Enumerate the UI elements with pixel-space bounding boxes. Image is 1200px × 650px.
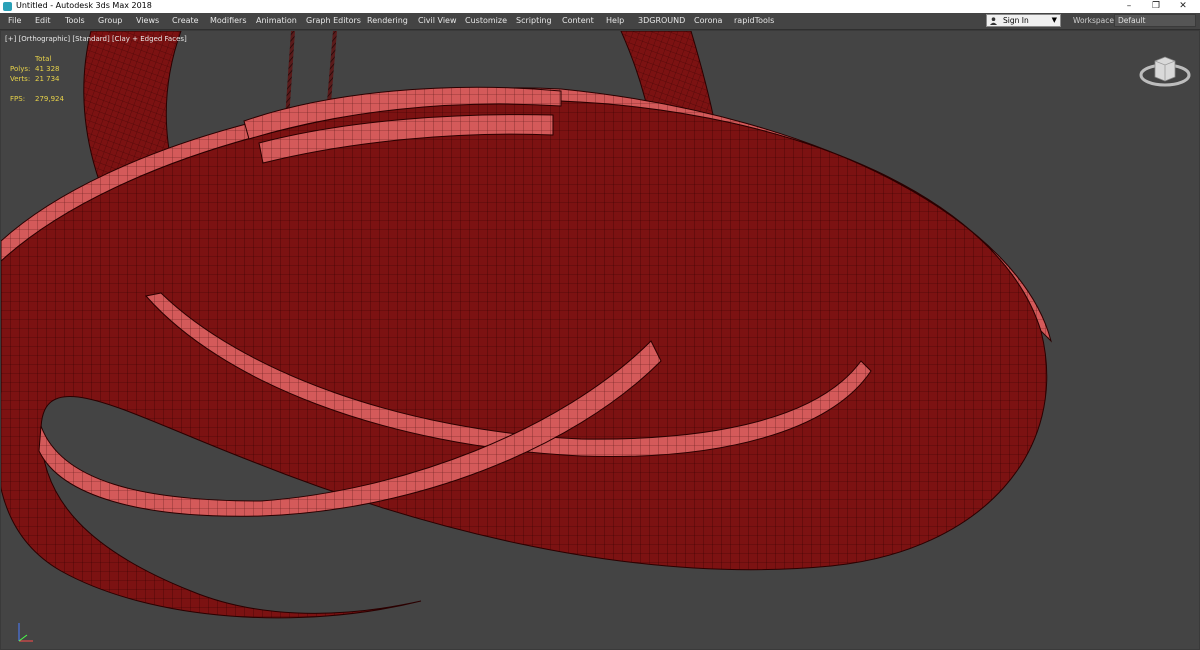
polys-label: Polys: bbox=[10, 65, 31, 73]
window-title: Untitled - Autodesk 3ds Max 2018 bbox=[16, 1, 152, 10]
menu-corona[interactable]: Corona bbox=[694, 15, 722, 27]
axis-tripod-icon bbox=[18, 623, 33, 642]
menu-modifiers[interactable]: Modifiers bbox=[210, 15, 247, 27]
stats-header: Total bbox=[35, 55, 52, 63]
menu-edit[interactable]: Edit bbox=[35, 15, 51, 27]
menu-views[interactable]: Views bbox=[136, 15, 159, 27]
menu-help[interactable]: Help bbox=[606, 15, 624, 27]
menu-tools[interactable]: Tools bbox=[65, 15, 85, 27]
sign-in-label: Sign In bbox=[1003, 16, 1029, 25]
verts-value: 21 734 bbox=[35, 75, 60, 83]
menu-content[interactable]: Content bbox=[562, 15, 594, 27]
viewport-shading-mode[interactable]: [Clay + Edged Faces] bbox=[112, 35, 187, 43]
viewport-label-menu[interactable]: [+] [Orthographic] [Standard] [Clay + Ed… bbox=[5, 35, 187, 43]
user-icon bbox=[990, 17, 997, 25]
menu-rendering[interactable]: Rendering bbox=[367, 15, 408, 27]
menu-scripting[interactable]: Scripting bbox=[516, 15, 552, 27]
restore-icon[interactable]: ❐ bbox=[1143, 0, 1169, 13]
viewcube-icon[interactable] bbox=[1139, 53, 1191, 89]
viewport-shading-standard[interactable]: [Standard] bbox=[72, 35, 109, 43]
close-icon[interactable]: ✕ bbox=[1170, 0, 1196, 13]
menu-civil-view[interactable]: Civil View bbox=[418, 15, 457, 27]
menu-animation[interactable]: Animation bbox=[256, 15, 297, 27]
sign-in-dropdown[interactable]: Sign In ▼ bbox=[986, 14, 1061, 27]
menu-graph-editors[interactable]: Graph Editors bbox=[306, 15, 361, 27]
menu-create[interactable]: Create bbox=[172, 15, 199, 27]
menu-group[interactable]: Group bbox=[98, 15, 122, 27]
fps-value: 279,924 bbox=[35, 95, 64, 103]
chevron-down-icon: ▼ bbox=[1051, 16, 1057, 24]
menu-customize[interactable]: Customize bbox=[465, 15, 507, 27]
polys-value: 41 328 bbox=[35, 65, 60, 73]
perspective-viewport[interactable]: [+] [Orthographic] [Standard] [Clay + Ed… bbox=[0, 30, 1200, 650]
viewport-point-of-view[interactable]: [Orthographic] bbox=[19, 35, 71, 43]
verts-label: Verts: bbox=[10, 75, 31, 83]
menu-3dground[interactable]: 3DGROUND bbox=[638, 15, 685, 27]
workspace-value: Default bbox=[1118, 16, 1146, 25]
fps-label: FPS: bbox=[10, 95, 26, 103]
ring-sculpture-model[interactable] bbox=[1, 31, 1200, 650]
menu-file[interactable]: File bbox=[8, 15, 21, 27]
3ds-max-logo-icon bbox=[3, 2, 12, 11]
viewport-general-menu[interactable]: [+] bbox=[5, 35, 16, 43]
workspace-select[interactable]: Default bbox=[1114, 14, 1196, 27]
window-title-bar: Untitled - Autodesk 3ds Max 2018 – ❐ ✕ bbox=[0, 0, 1200, 13]
menu-rapidtools[interactable]: rapidTools bbox=[734, 15, 774, 27]
minimize-icon[interactable]: – bbox=[1116, 0, 1142, 13]
